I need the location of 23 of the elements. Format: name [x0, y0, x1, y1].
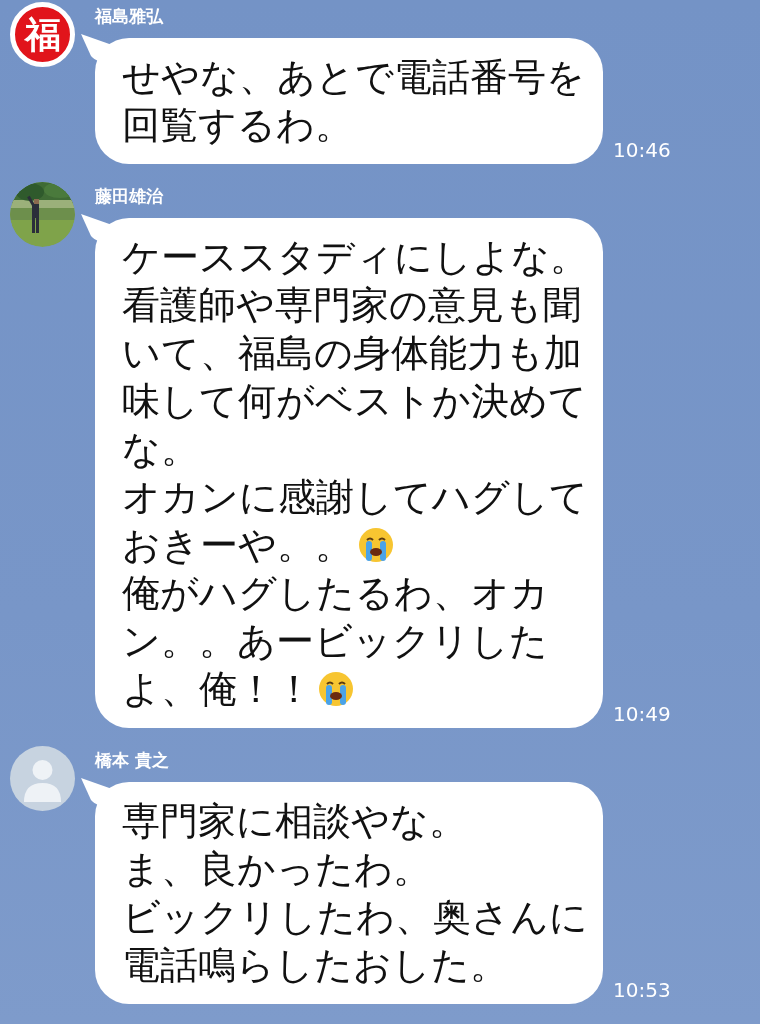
sender-name: 福島雅弘	[95, 5, 163, 28]
message-text: ま、良かったわ。	[122, 846, 431, 893]
message-text: せやな、あとで電話番号を	[122, 54, 585, 101]
message-text: いて、福島の身体能力も加	[122, 330, 582, 377]
message-text: ン。。あービックリした	[122, 618, 548, 665]
message-text: オカンに感謝してハグして	[122, 474, 588, 521]
message-text: 俺がハグしたるわ、オカ	[122, 570, 549, 617]
message-text: ケーススタディにしよな。	[122, 234, 588, 281]
sender-name: 橋本 貴之	[95, 749, 169, 772]
message-text: 味して何がベストか決めて	[122, 378, 587, 425]
timestamp: 10:53	[613, 978, 671, 1002]
message-text: ビックリしたわ、奥さんに	[122, 894, 588, 941]
timestamp: 10:46	[613, 138, 671, 162]
message-text: 専門家に相談やな。	[122, 798, 467, 845]
message-text: 看護師や専門家の意見も聞	[122, 282, 581, 329]
message-text: 回覧するわ。	[122, 102, 353, 149]
avatar-logo[interactable]: 福	[10, 2, 75, 67]
timestamp: 10:49	[613, 702, 671, 726]
message-text: おきーや。。	[122, 522, 353, 569]
message-text: な。	[122, 426, 199, 473]
message-text: 電話鳴らしたおした。	[122, 942, 508, 989]
message-text: よ、俺！！	[122, 666, 313, 713]
sender-name: 藤田雄治	[95, 185, 163, 208]
